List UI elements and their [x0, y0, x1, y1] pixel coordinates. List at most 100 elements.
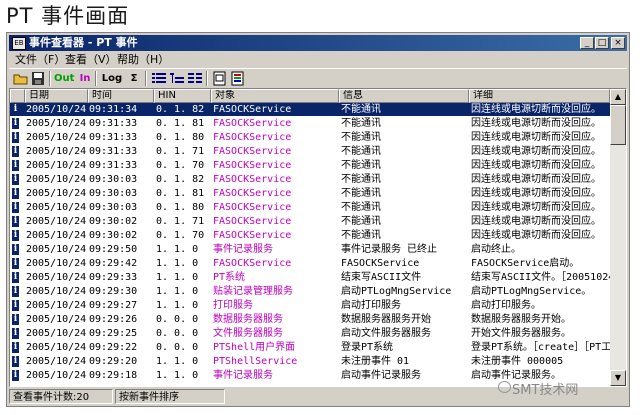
cell-info: 不能通讯 [341, 132, 381, 143]
table-row[interactable]: i 2005/10/24 09:31:33 0. 1. 70 FASOCKService… [10, 159, 610, 172]
event-list[interactable]: 日期 时间 HIN 对象 信息 详细 i 2005/10/24 09:31:34 0.… [9, 88, 627, 387]
table-row[interactable]: i 2005/10/24 09:29:22 0. 0. 0 PTShell用户界面 登录P… [10, 341, 610, 354]
cell-date: 2005/10/24 [26, 216, 86, 227]
scroll-down-button[interactable]: ▼ [610, 370, 626, 386]
cell-hin: 0. 1. 81 [156, 118, 205, 129]
cell-time: 09:31:33 [89, 160, 138, 171]
cell-time: 09:29:22 [89, 342, 138, 353]
info-icon: i [12, 370, 19, 381]
cell-time: 09:30:03 [89, 188, 138, 199]
toolbar: Out In Log Σ [9, 68, 627, 88]
column-header-date[interactable]: 日期 [25, 89, 88, 103]
cell-detail: 因连线或电源切断而没回应。 [471, 160, 601, 171]
cell-detail: 登录PT系统。［create］［PT工程师］ [471, 342, 610, 353]
column-header-time[interactable]: 时间 [88, 89, 154, 103]
cell-time: 09:31:33 [89, 146, 138, 157]
cell-time: 09:29:25 [89, 328, 138, 339]
table-row[interactable]: i 2005/10/24 09:31:33 0. 1. 71 FASOCKService… [10, 145, 610, 158]
cell-date: 2005/10/24 [26, 328, 86, 339]
sum-button[interactable]: Σ [126, 71, 142, 86]
column-header-hin[interactable]: HIN [154, 89, 211, 103]
log-button[interactable]: Log [101, 71, 123, 86]
event-viewer-window: EB 事件查看器 - PT 事件 _ □ × 文件（F） 查看（V） 帮助（H）… [6, 32, 630, 407]
cell-time: 09:29:33 [89, 272, 138, 283]
title-bar[interactable]: EB 事件查看器 - PT 事件 _ □ × [9, 35, 627, 51]
info-icon: i [12, 314, 19, 325]
table-row[interactable]: i 2005/10/24 09:30:03 0. 1. 81 FASOCKService… [10, 187, 610, 200]
scroll-up-button[interactable]: ▲ [610, 89, 626, 105]
info-icon: i [12, 202, 19, 213]
column-header-object[interactable]: 对象 [211, 89, 339, 103]
table-row[interactable]: i 2005/10/24 09:29:33 1. 1. 0 PT系统 结束写ASCII文件… [10, 271, 610, 284]
in-button[interactable]: In [77, 71, 93, 86]
table-row[interactable]: i 2005/10/24 09:31:34 0. 1. 82 FASOCKService… [10, 103, 610, 116]
table-row[interactable]: i 2005/10/24 09:29:26 0. 0. 0 数据服务器服务 数据服务器服务… [10, 313, 610, 326]
menu-help[interactable]: 帮助（H） [117, 52, 169, 67]
cell-info: 事件记录服务 已终止 [341, 244, 438, 255]
view-list-icon[interactable] [151, 71, 167, 86]
cell-hin: 1. 1. 0 [156, 356, 199, 367]
table-row[interactable]: i 2005/10/24 09:30:02 0. 1. 70 FASOCKService… [10, 229, 610, 242]
cell-hin: 0. 1. 71 [156, 146, 205, 157]
cell-info: 未注册事件 01 [341, 356, 410, 367]
cell-info: 不能通讯 [341, 118, 381, 129]
view-detail-icon[interactable] [187, 71, 203, 86]
table-row[interactable]: i 2005/10/24 09:29:20 1. 1. 0 PTShellService… [10, 355, 610, 368]
column-header-info[interactable]: 信息 [339, 89, 469, 103]
info-icon: i [12, 146, 19, 157]
cell-time: 09:29:20 [89, 356, 138, 367]
filter-icon[interactable] [230, 71, 246, 86]
cell-hin: 0. 1. 80 [156, 202, 205, 213]
table-row[interactable]: i 2005/10/24 09:30:02 0. 1. 71 FASOCKService… [10, 215, 610, 228]
minimize-button[interactable]: _ [580, 37, 594, 49]
open-icon[interactable] [13, 71, 29, 86]
table-row[interactable]: i 2005/10/24 09:30:03 0. 1. 82 FASOCKService… [10, 173, 610, 186]
info-icon: i [12, 272, 19, 283]
cell-object: FASOCKService [213, 160, 292, 171]
cell-detail: 因连线或电源切断而没回应。 [471, 132, 601, 143]
close-button[interactable]: × [611, 37, 625, 49]
cell-time: 09:30:03 [89, 174, 138, 185]
cell-hin: 1. 1. 0 [156, 300, 199, 311]
table-row[interactable]: i 2005/10/24 09:29:30 1. 1. 0 贴装记录管理服务 启动PTLo… [10, 285, 610, 298]
cell-object: 贴装记录管理服务 [213, 286, 293, 297]
cell-object: 打印服务 [213, 300, 253, 311]
column-header-detail[interactable]: 详细 [469, 89, 610, 103]
info-icon: i [12, 160, 19, 171]
table-row[interactable]: i 2005/10/24 09:29:25 0. 0. 0 文件服务器服务 启动文件服务器… [10, 327, 610, 340]
table-row[interactable]: i 2005/10/24 09:29:27 1. 1. 0 打印服务 启动打印服务 启动打印… [10, 299, 610, 312]
cell-object: FASOCKService [213, 174, 292, 185]
maximize-button[interactable]: □ [595, 37, 609, 49]
properties-icon[interactable] [212, 71, 228, 86]
table-row[interactable]: i 2005/10/24 09:30:03 0. 1. 80 FASOCKService… [10, 201, 610, 214]
menu-file[interactable]: 文件（F） [15, 52, 65, 67]
cell-hin: 0. 0. 0 [156, 314, 199, 325]
cell-object: 事件记录服务 [213, 244, 273, 255]
menu-view[interactable]: 查看（V） [65, 52, 117, 67]
table-row[interactable]: i 2005/10/24 09:29:42 1. 1. 0 FASOCKService F… [10, 257, 610, 270]
cell-info: 数据服务器服务开始 [341, 314, 431, 325]
scroll-thumb[interactable] [610, 105, 626, 145]
cell-object: PT系统 [213, 272, 246, 283]
cell-detail: 因连线或电源切断而没回应。 [471, 188, 601, 199]
toolbar-separator [206, 71, 208, 86]
cell-time: 09:31:33 [89, 118, 138, 129]
table-row[interactable]: i 2005/10/24 09:31:33 0. 1. 80 FASOCKService… [10, 131, 610, 144]
cell-info: 结束写ASCII文件 [341, 272, 422, 283]
table-row[interactable]: i 2005/10/24 09:31:33 0. 1. 81 FASOCKService… [10, 117, 610, 130]
save-icon[interactable] [30, 71, 46, 86]
column-header-icon[interactable] [10, 89, 25, 103]
vertical-scrollbar[interactable]: ▲ ▼ [610, 89, 626, 386]
cell-detail: 因连线或电源切断而没回应。 [471, 146, 601, 157]
cell-date: 2005/10/24 [26, 370, 86, 381]
info-icon: i [12, 132, 19, 143]
table-row[interactable]: i 2005/10/24 09:29:50 1. 1. 0 事件记录服务 事件记录服务 已… [10, 243, 610, 256]
cell-hin: 1. 1. 0 [156, 244, 199, 255]
out-button[interactable]: Out [54, 71, 74, 86]
cell-time: 09:29:50 [89, 244, 138, 255]
cell-info: 启动PTLogMngService [341, 286, 452, 297]
cell-info: FASOCKService [341, 258, 420, 269]
cell-detail: 因连线或电源切断而没回应。 [471, 230, 601, 241]
cell-date: 2005/10/24 [26, 300, 86, 311]
view-tree-icon[interactable] [169, 71, 185, 86]
